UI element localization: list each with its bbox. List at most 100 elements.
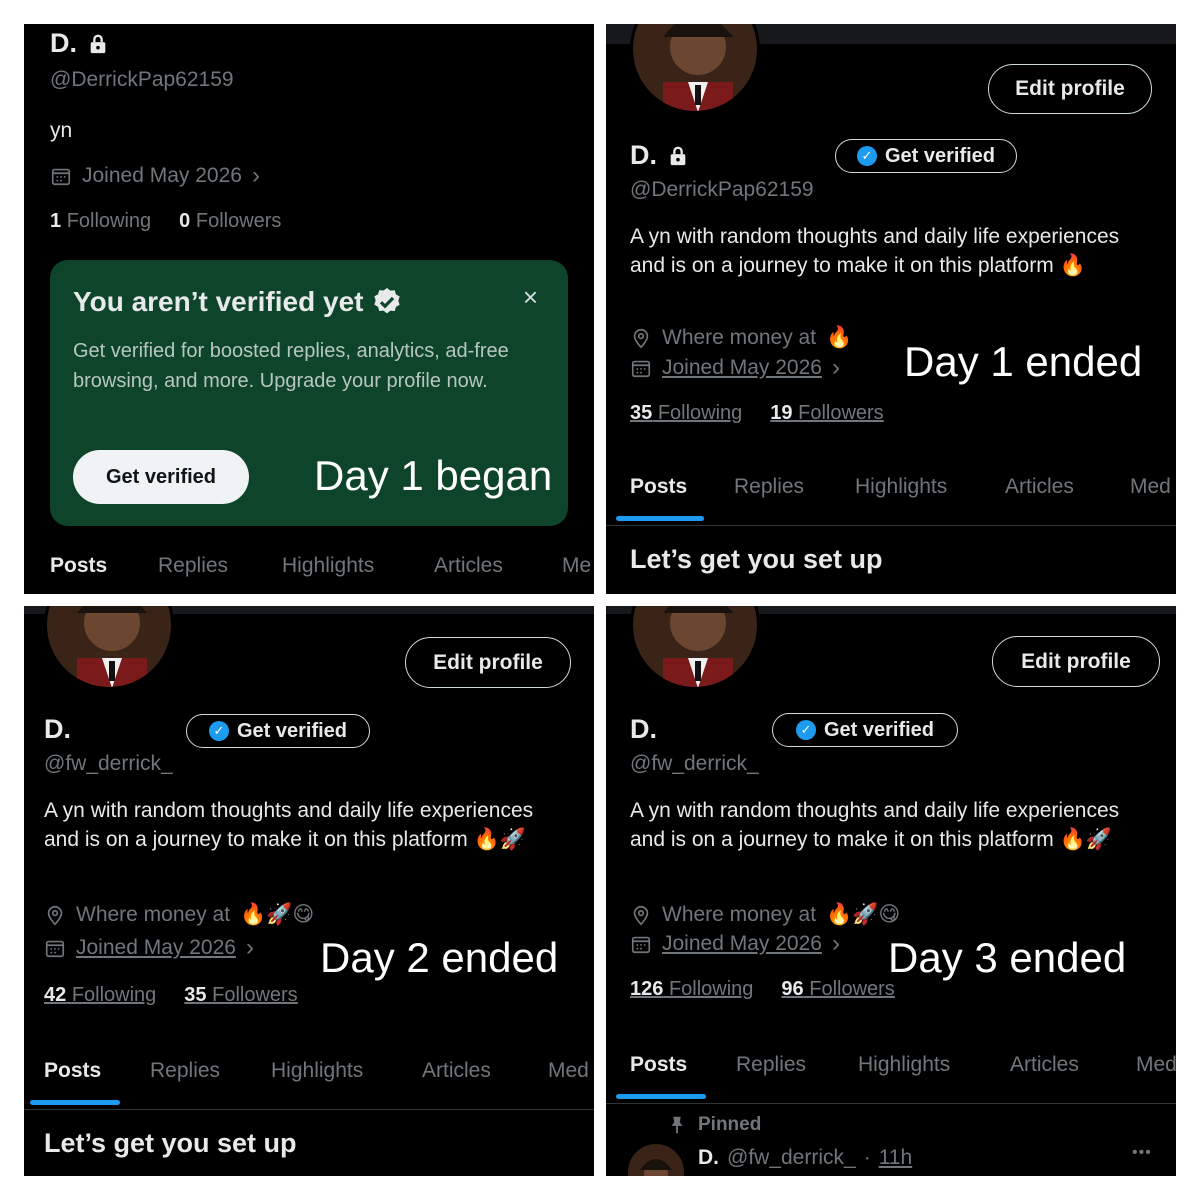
avatar[interactable] bbox=[630, 24, 760, 114]
followers-link[interactable]: 19 Followers bbox=[770, 402, 883, 425]
profile-tabs: Posts Replies Highlights Articles Me bbox=[24, 554, 594, 584]
tab-highlights[interactable]: Highlights bbox=[855, 475, 947, 499]
following-count: 126 bbox=[630, 978, 664, 1000]
profile-panel-day1-ended: Edit profile D. ✓ Get verified @DerrickP… bbox=[606, 24, 1176, 594]
tab-posts[interactable]: Posts bbox=[630, 475, 687, 499]
location-text: Where money at bbox=[662, 326, 817, 349]
chevron-right-icon[interactable]: › bbox=[832, 354, 840, 382]
following-link[interactable]: 42 Following bbox=[44, 984, 156, 1007]
tab-highlights[interactable]: Highlights bbox=[858, 1053, 950, 1077]
edit-profile-button[interactable]: Edit profile bbox=[988, 64, 1152, 114]
chevron-right-icon[interactable]: › bbox=[832, 930, 840, 958]
tab-replies[interactable]: Replies bbox=[158, 554, 228, 578]
chevron-right-icon[interactable]: › bbox=[246, 934, 254, 962]
followers-link[interactable]: 35 Followers bbox=[184, 984, 297, 1007]
get-verified-label: Get verified bbox=[236, 719, 348, 742]
tab-media[interactable]: Me bbox=[562, 554, 591, 578]
verification-card-body: Get verified for boosted replies, analyt… bbox=[73, 340, 509, 392]
profile-panel-day1-began: D. @DerrickPap62159 yn Joined May 2026 ›… bbox=[24, 24, 594, 594]
profile-name-row: D. bbox=[50, 28, 109, 59]
avatar[interactable] bbox=[630, 606, 760, 690]
follow-stats: 35 Following 19 Followers bbox=[630, 402, 884, 425]
followers-label: Followers bbox=[195, 210, 282, 232]
location-emoji: 🔥🚀😋 bbox=[240, 903, 315, 926]
profile-handle: @fw_derrick_ bbox=[630, 752, 759, 775]
calendar-icon bbox=[631, 360, 651, 378]
following-link[interactable]: 35 Following bbox=[630, 402, 742, 425]
tab-posts[interactable]: Posts bbox=[44, 1059, 101, 1083]
followers-link[interactable]: 0 Followers bbox=[179, 210, 281, 233]
close-icon[interactable]: × bbox=[523, 282, 538, 313]
get-verified-pill[interactable]: ✓ Get verified bbox=[835, 139, 1017, 173]
location-emoji: 🔥 bbox=[826, 326, 853, 349]
following-label: Following bbox=[668, 978, 754, 1000]
get-verified-button[interactable]: Get verified bbox=[73, 450, 249, 504]
pinned-label-row: Pinned bbox=[666, 1114, 761, 1136]
profile-tabs: Posts Replies Highlights Articles Med bbox=[24, 1059, 594, 1089]
joined-date: Joined May 2026 bbox=[662, 932, 822, 955]
tab-articles[interactable]: Articles bbox=[422, 1059, 491, 1083]
joined-row: Joined May 2026 › bbox=[50, 162, 260, 190]
location-text: Where money at bbox=[662, 902, 817, 926]
tab-highlights[interactable]: Highlights bbox=[271, 1059, 363, 1083]
tabs-divider bbox=[606, 1103, 1176, 1104]
location-row: Where money at 🔥🚀😋 bbox=[630, 902, 900, 927]
post-author-handle[interactable]: @fw_derrick_ bbox=[727, 1146, 856, 1170]
tab-media[interactable]: Med bbox=[1136, 1053, 1176, 1077]
tabs-divider bbox=[24, 1109, 594, 1110]
location-pin-icon bbox=[633, 905, 649, 925]
tab-replies[interactable]: Replies bbox=[736, 1053, 806, 1077]
active-tab-indicator bbox=[30, 1100, 120, 1105]
bio-emoji: 🔥🚀 bbox=[1059, 828, 1112, 851]
tab-articles[interactable]: Articles bbox=[434, 554, 503, 578]
more-icon[interactable]: ••• bbox=[1132, 1144, 1152, 1162]
edit-profile-button[interactable]: Edit profile bbox=[405, 637, 571, 688]
pinned-label: Pinned bbox=[698, 1114, 762, 1135]
profile-panel-day2-ended: Edit profile D. ✓ Get verified @fw_derri… bbox=[24, 606, 594, 1176]
verified-badge-icon: ✓ bbox=[856, 146, 877, 166]
avatar[interactable] bbox=[44, 606, 174, 690]
following-link[interactable]: 126 Following bbox=[630, 978, 753, 1001]
tab-posts[interactable]: Posts bbox=[630, 1053, 687, 1077]
following-link[interactable]: 1 Following bbox=[50, 210, 151, 233]
location-text: Where money at bbox=[76, 902, 231, 926]
followers-label: Followers bbox=[798, 402, 884, 424]
location-pin-icon bbox=[633, 328, 649, 349]
tabs-divider bbox=[606, 525, 1176, 526]
location-row: Where money at 🔥🚀😋 bbox=[44, 902, 314, 927]
profile-bio: A yn with random thoughts and daily life… bbox=[44, 799, 534, 851]
tab-articles[interactable]: Articles bbox=[1005, 475, 1074, 499]
avatar-image bbox=[633, 606, 757, 687]
calendar-icon bbox=[631, 936, 651, 954]
following-label: Following bbox=[657, 402, 743, 424]
tab-posts[interactable]: Posts bbox=[50, 554, 107, 578]
chevron-right-icon[interactable]: › bbox=[252, 162, 260, 190]
tab-articles[interactable]: Articles bbox=[1010, 1053, 1079, 1077]
get-verified-pill[interactable]: ✓ Get verified bbox=[186, 714, 370, 748]
profile-handle: @DerrickPap62159 bbox=[630, 178, 814, 201]
profile-name-row: D. bbox=[630, 714, 657, 745]
location-pin-icon bbox=[47, 905, 63, 925]
avatar-image bbox=[47, 606, 171, 687]
verified-badge-icon: ✓ bbox=[208, 721, 229, 741]
active-tab-indicator bbox=[616, 516, 704, 521]
profile-name-row: D. bbox=[630, 140, 689, 171]
tab-media[interactable]: Med bbox=[548, 1059, 589, 1083]
post-timestamp[interactable]: 11h bbox=[879, 1146, 912, 1170]
profile-tabs: Posts Replies Highlights Articles Med bbox=[606, 1053, 1176, 1083]
get-verified-pill[interactable]: ✓ Get verified bbox=[772, 713, 958, 747]
verification-card-title-row: You aren’t verified yet bbox=[73, 286, 403, 318]
edit-profile-button[interactable]: Edit profile bbox=[992, 636, 1160, 687]
tab-replies[interactable]: Replies bbox=[150, 1059, 220, 1083]
tab-replies[interactable]: Replies bbox=[734, 475, 804, 499]
followers-label: Followers bbox=[212, 984, 298, 1006]
tab-highlights[interactable]: Highlights bbox=[282, 554, 374, 578]
post-avatar[interactable] bbox=[628, 1144, 684, 1176]
post-author-name[interactable]: D. bbox=[698, 1146, 719, 1170]
followers-link[interactable]: 96 Followers bbox=[781, 978, 894, 1001]
profile-tabs: Posts Replies Highlights Articles Med bbox=[606, 475, 1176, 505]
joined-date: Joined May 2026 bbox=[82, 164, 242, 187]
verification-card-title: You aren’t verified yet bbox=[73, 286, 364, 317]
tab-media[interactable]: Med bbox=[1130, 475, 1171, 499]
post-avatar-image bbox=[628, 1144, 684, 1176]
